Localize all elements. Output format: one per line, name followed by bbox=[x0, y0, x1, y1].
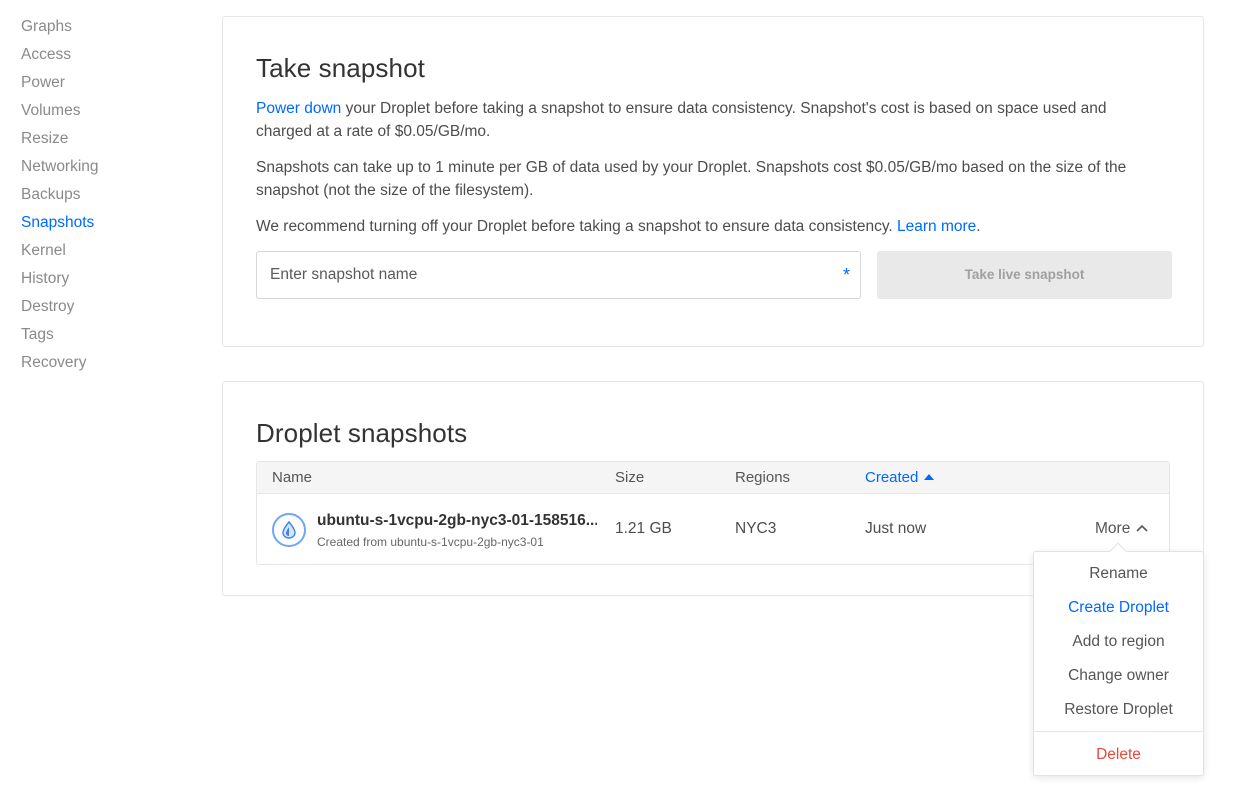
menu-divider bbox=[1034, 731, 1203, 732]
snapshot-region: NYC3 bbox=[735, 520, 777, 537]
more-actions-button[interactable]: More bbox=[1095, 520, 1148, 538]
snapshot-name-input[interactable] bbox=[257, 252, 860, 298]
power-down-notice: Power down your Droplet before taking a … bbox=[256, 97, 1161, 143]
sidebar-item-power[interactable]: Power bbox=[21, 71, 201, 99]
droplet-sidebar-nav: Graphs Access Power Volumes Resize Netwo… bbox=[21, 15, 201, 379]
column-header-created[interactable]: Created bbox=[865, 462, 935, 494]
take-live-snapshot-button[interactable]: Take live snapshot bbox=[877, 251, 1172, 299]
droplet-snapshot-icon bbox=[272, 513, 306, 547]
column-header-name[interactable]: Name bbox=[272, 462, 312, 494]
column-header-size[interactable]: Size bbox=[615, 462, 644, 494]
power-down-link[interactable]: Power down bbox=[256, 100, 341, 117]
snapshot-name[interactable]: ubuntu-s-1vcpu-2gb-nyc3-01-158516... bbox=[317, 512, 597, 530]
snapshot-time-notice: Snapshots can take up to 1 minute per GB… bbox=[256, 159, 1127, 199]
required-asterisk-icon: * bbox=[842, 265, 850, 285]
snapshots-table: Name Size Regions Created ubuntu-s-1vcpu… bbox=[256, 461, 1170, 565]
sidebar-item-networking[interactable]: Networking bbox=[21, 155, 201, 183]
sidebar-item-destroy[interactable]: Destroy bbox=[21, 295, 201, 323]
snapshot-size: 1.21 GB bbox=[615, 520, 672, 537]
sidebar-item-volumes[interactable]: Volumes bbox=[21, 99, 201, 127]
menu-item-delete[interactable]: Delete bbox=[1034, 745, 1203, 765]
sidebar-item-access[interactable]: Access bbox=[21, 43, 201, 71]
learn-more-link[interactable]: Learn more bbox=[897, 218, 976, 235]
recommend-notice-text: We recommend turning off your Droplet be… bbox=[256, 218, 898, 235]
sidebar-item-graphs[interactable]: Graphs bbox=[21, 15, 201, 43]
sidebar-item-snapshots[interactable]: Snapshots bbox=[21, 211, 201, 239]
sidebar-item-resize[interactable]: Resize bbox=[21, 127, 201, 155]
menu-item-change-owner[interactable]: Change owner bbox=[1034, 666, 1203, 686]
menu-item-restore-droplet[interactable]: Restore Droplet bbox=[1034, 700, 1203, 720]
snapshot-name-field: * bbox=[256, 251, 861, 299]
more-actions-label: More bbox=[1095, 520, 1131, 537]
menu-item-add-to-region[interactable]: Add to region bbox=[1034, 632, 1203, 652]
menu-item-rename[interactable]: Rename bbox=[1034, 564, 1203, 584]
table-header: Name Size Regions Created bbox=[257, 462, 1169, 494]
sidebar-item-history[interactable]: History bbox=[21, 267, 201, 295]
column-header-created-label: Created bbox=[865, 469, 919, 486]
power-down-notice-text: your Droplet before taking a snapshot to… bbox=[256, 100, 1107, 140]
menu-item-create-droplet[interactable]: Create Droplet bbox=[1034, 598, 1203, 618]
chevron-up-icon bbox=[1136, 524, 1148, 532]
take-snapshot-title: Take snapshot bbox=[256, 53, 425, 83]
sidebar-item-kernel[interactable]: Kernel bbox=[21, 239, 201, 267]
sidebar-item-backups[interactable]: Backups bbox=[21, 183, 201, 211]
sidebar-item-tags[interactable]: Tags bbox=[21, 323, 201, 351]
more-actions-menu: Rename Create Droplet Add to region Chan… bbox=[1033, 542, 1204, 776]
snapshot-created: Just now bbox=[865, 520, 927, 537]
droplet-snapshots-title: Droplet snapshots bbox=[256, 418, 468, 448]
sort-ascending-icon bbox=[924, 474, 935, 480]
recommend-notice: We recommend turning off your Droplet be… bbox=[256, 215, 1161, 238]
recommend-notice-end: . bbox=[976, 218, 981, 235]
sidebar-item-recovery[interactable]: Recovery bbox=[21, 351, 201, 379]
take-snapshot-card: Take snapshot Power down your Droplet be… bbox=[222, 16, 1204, 347]
snapshot-source: Created from ubuntu-s-1vcpu-2gb-nyc3-01 bbox=[317, 535, 544, 549]
column-header-regions[interactable]: Regions bbox=[735, 462, 790, 494]
